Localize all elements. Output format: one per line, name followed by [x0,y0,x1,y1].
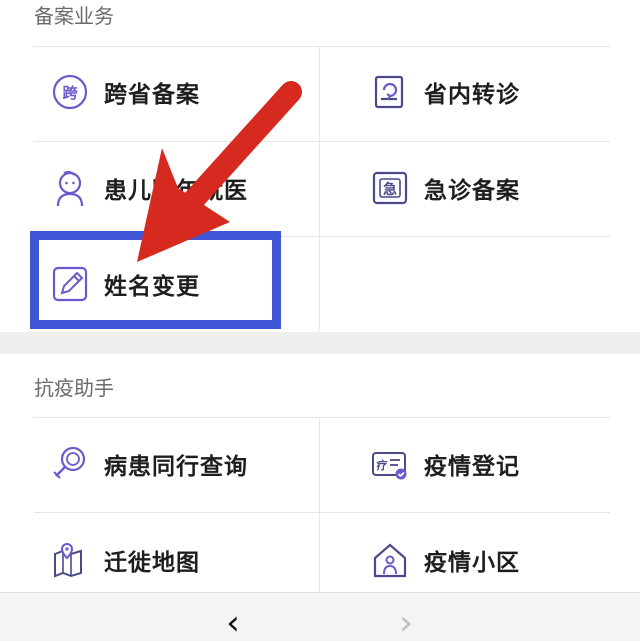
forward-button[interactable]: › [386,603,426,643]
pencil-edit-icon [50,264,90,304]
epidemic-registration-item[interactable]: 疗 疫情登记 [370,444,520,484]
section-separator [0,332,640,354]
svg-text:急: 急 [383,181,397,198]
svg-text:跨: 跨 [62,84,78,102]
section-title-anti-epidemic: 抗疫助手 [34,376,114,400]
child-cross-year-label: 患儿跨年就医 [104,178,248,204]
document-refresh-icon [370,72,410,112]
emergency-filing-item[interactable]: 急 急诊备案 [370,168,520,208]
name-change-label: 姓名变更 [104,274,200,300]
map-pin-icon [50,540,90,580]
cross-province-filing-item[interactable]: 跨 跨省备案 [50,72,200,112]
patient-companion-query-item[interactable]: 病患同行查询 [50,444,248,484]
divider [34,141,610,142]
epidemic-community-label: 疫情小区 [424,550,520,576]
section-title-filing: 备案业务 [34,4,114,28]
epidemic-registration-label: 疫情登记 [424,454,520,480]
kua-badge-icon: 跨 [50,72,90,112]
in-province-referral-label: 省内转诊 [424,82,520,108]
emergency-filing-label: 急诊备案 [424,178,520,204]
child-face-icon [50,168,90,208]
bottom-nav-bar: ‹ › [0,592,640,643]
child-cross-year-item[interactable]: 患儿跨年就医 [50,168,248,208]
divider [34,417,610,418]
divider [34,512,610,513]
migration-map-item[interactable]: 迁徙地图 [50,540,200,580]
emergency-doc-icon: 急 [370,168,410,208]
magnifier-person-icon [50,444,90,484]
back-button[interactable]: ‹ [213,603,253,643]
cross-province-filing-label: 跨省备案 [104,82,200,108]
in-province-referral-item[interactable]: 省内转诊 [370,72,520,112]
divider [319,418,320,592]
svg-text:疗: 疗 [377,458,388,472]
epidemic-card-icon: 疗 [370,444,410,484]
name-change-item[interactable]: 姓名变更 [50,264,200,304]
epidemic-community-item[interactable]: 疫情小区 [370,540,520,580]
migration-map-label: 迁徙地图 [104,550,200,576]
patient-companion-query-label: 病患同行查询 [104,454,248,480]
divider [319,47,320,331]
divider [34,236,610,237]
divider [34,46,610,47]
house-person-icon [370,540,410,580]
